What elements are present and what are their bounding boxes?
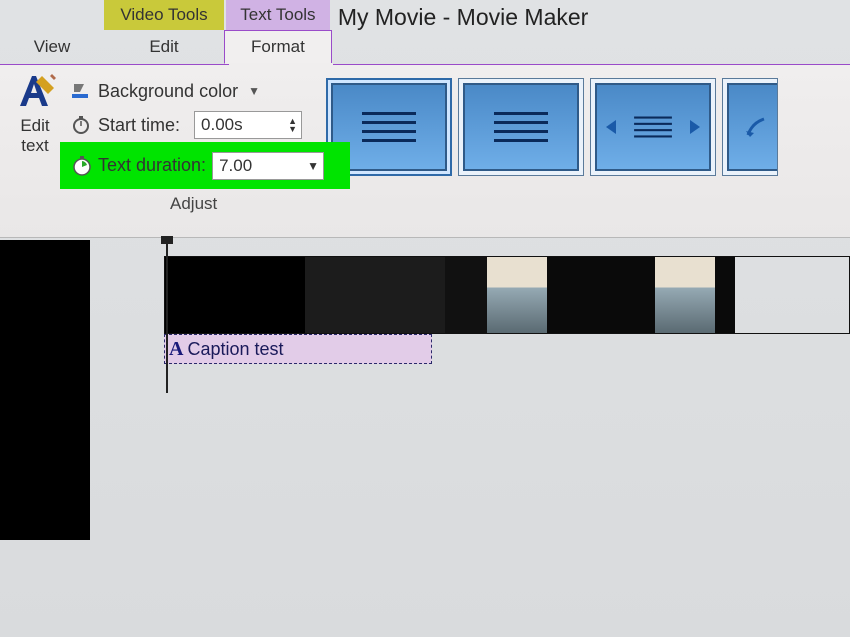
text-style-gallery — [312, 64, 778, 237]
context-tab-video-label: Video Tools — [120, 5, 207, 25]
tab-format[interactable]: Format — [224, 30, 332, 64]
clip-thumb — [715, 257, 735, 333]
ribbon-separator — [0, 64, 850, 65]
clip-thumb — [445, 257, 487, 333]
context-tab-video-tools[interactable]: Video Tools — [104, 0, 224, 30]
stopwatch-color-icon — [70, 154, 94, 178]
text-style-4[interactable] — [722, 78, 778, 176]
adjust-group-caption: Adjust — [170, 194, 217, 214]
tab-format-label: Format — [251, 37, 305, 57]
text-duration-label: Text duration: — [98, 155, 206, 176]
paint-bucket-icon — [70, 82, 92, 100]
chevron-down-icon: ▼ — [244, 84, 260, 98]
tab-view[interactable]: View — [0, 30, 104, 64]
start-time-value: 0.00s — [201, 115, 243, 135]
edit-text-label: Edittext — [20, 116, 49, 155]
tab-edit-label: Edit — [149, 37, 178, 57]
chevron-down-icon[interactable]: ▼ — [307, 159, 319, 173]
context-tab-text-label: Text Tools — [240, 5, 315, 25]
context-tab-text-tools[interactable]: Text Tools — [226, 0, 330, 30]
background-color-dropdown[interactable]: Background color ▼ — [70, 74, 302, 108]
text-style-2[interactable] — [458, 78, 584, 176]
clip-thumb — [655, 257, 715, 333]
edit-text-icon — [14, 70, 56, 112]
text-duration-input[interactable]: 7.00 ▼ — [212, 152, 324, 180]
video-clip-strip[interactable] — [164, 256, 850, 334]
start-time-input[interactable]: 0.00s ▲▼ — [194, 111, 302, 139]
text-duration-highlight: Text duration: 7.00 ▼ — [60, 142, 350, 189]
start-time-label: Start time: — [98, 115, 180, 136]
workspace: A Caption test — [0, 238, 850, 637]
clip-thumb — [305, 257, 445, 333]
ribbon: Edittext Background color ▼ Start time: … — [0, 64, 850, 238]
spinner-icon[interactable]: ▲▼ — [288, 117, 297, 133]
clip-thumb — [547, 257, 655, 333]
text-style-3[interactable] — [590, 78, 716, 176]
text-duration-value: 7.00 — [219, 156, 252, 176]
window-title: My Movie - Movie Maker — [332, 4, 850, 31]
tab-view-label: View — [34, 37, 71, 57]
caption-track-item[interactable]: A Caption test — [164, 334, 432, 364]
text-glyph-icon: A — [169, 338, 183, 361]
timeline[interactable]: A Caption test — [90, 238, 850, 637]
clip-thumb — [165, 257, 305, 333]
caption-text: Caption test — [187, 339, 283, 360]
adjust-group: Background color ▼ Start time: 0.00s ▲▼ … — [70, 64, 302, 237]
tab-edit[interactable]: Edit — [104, 30, 224, 64]
bg-color-label: Background color — [98, 81, 238, 102]
stopwatch-icon — [70, 116, 92, 134]
clip-thumb — [487, 257, 547, 333]
playhead[interactable] — [166, 238, 168, 393]
preview-panel-edge — [0, 240, 90, 540]
